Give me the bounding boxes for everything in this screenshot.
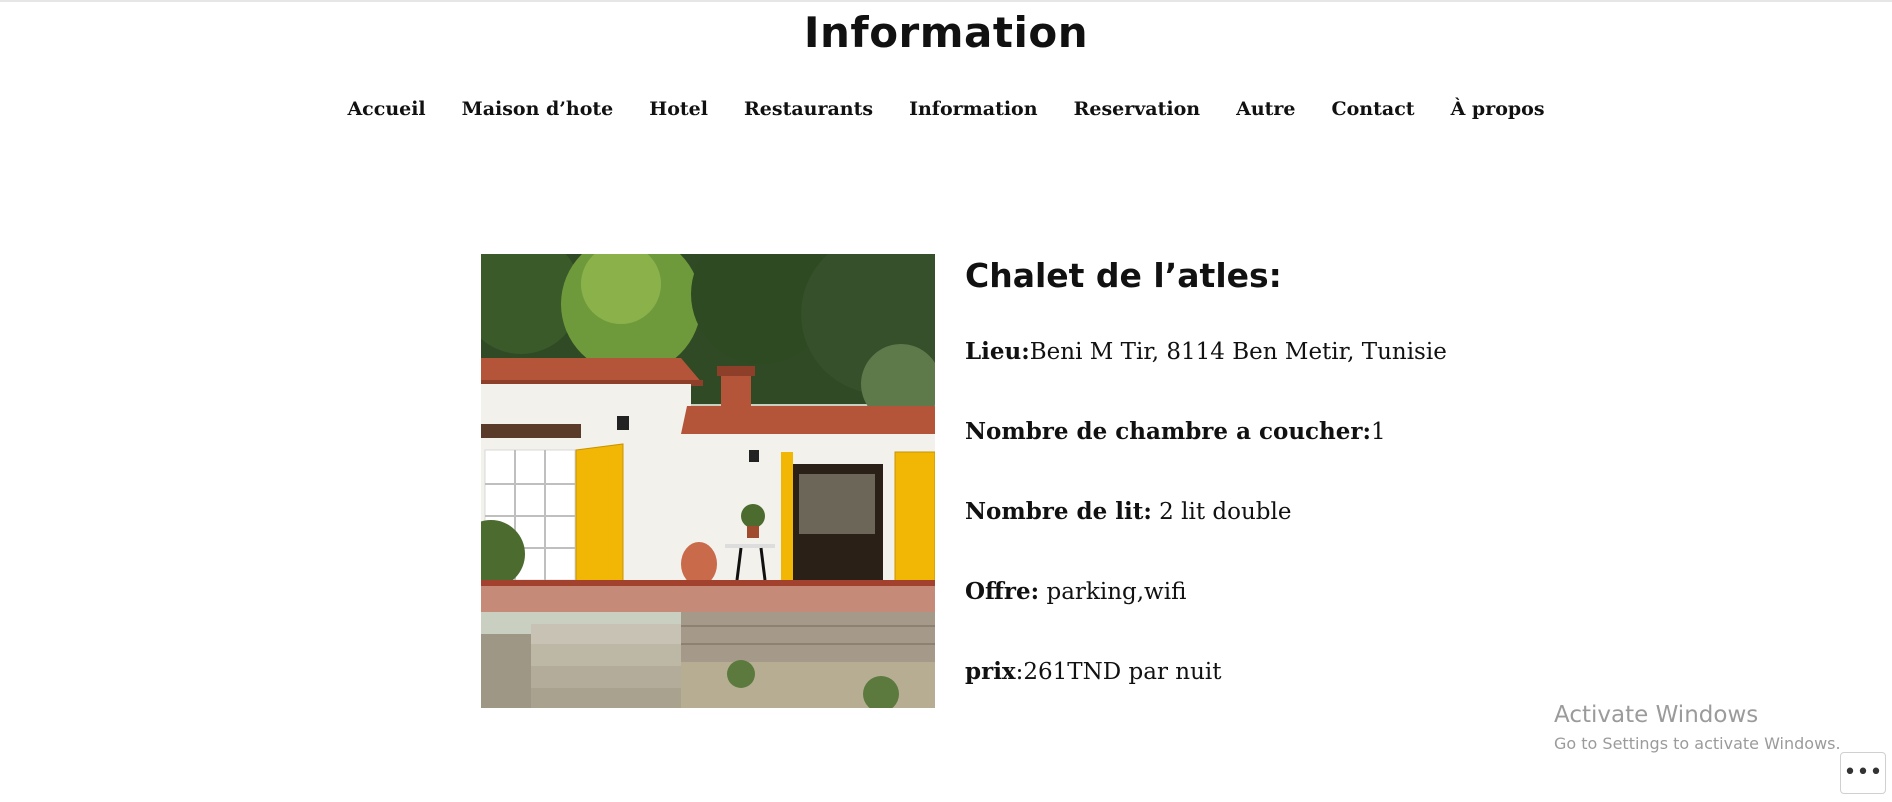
listing-title: Chalet de l’atles: bbox=[965, 256, 1282, 295]
prix-line: prix:261TND par nuit bbox=[965, 658, 1222, 685]
site-title[interactable]: Information bbox=[0, 8, 1892, 57]
prix-value: :261TND par nuit bbox=[1015, 659, 1222, 685]
chambre-value: 1 bbox=[1371, 419, 1386, 445]
nav-item-hotel[interactable]: Hotel bbox=[649, 98, 708, 120]
nav-item-information[interactable]: Information bbox=[909, 98, 1037, 120]
nav-item-contact[interactable]: Contact bbox=[1332, 98, 1415, 120]
nav-item-autre[interactable]: Autre bbox=[1236, 98, 1295, 120]
nav-item-maison-dhote[interactable]: Maison d’hote bbox=[462, 98, 614, 120]
lit-line: Nombre de lit: 2 lit double bbox=[965, 498, 1291, 525]
nav-item-accueil[interactable]: Accueil bbox=[347, 98, 425, 120]
nav-item-a-propos[interactable]: À propos bbox=[1451, 98, 1545, 120]
chambre-label: Nombre de chambre a coucher: bbox=[965, 418, 1372, 445]
lit-label: Nombre de lit: bbox=[965, 498, 1152, 525]
activate-windows-subtitle: Go to Settings to activate Windows. bbox=[1554, 734, 1841, 753]
nav-item-restaurants[interactable]: Restaurants bbox=[744, 98, 873, 120]
lieu-line: Lieu:Beni M Tir, 8114 Ben Metir, Tunisie bbox=[965, 338, 1447, 365]
main-navigation: Accueil Maison d’hote Hotel Restaurants … bbox=[0, 98, 1892, 120]
lieu-label: Lieu: bbox=[965, 338, 1030, 365]
nav-item-reservation[interactable]: Reservation bbox=[1074, 98, 1201, 120]
lieu-value: Beni M Tir, 8114 Ben Metir, Tunisie bbox=[1029, 339, 1447, 365]
lit-value: 2 lit double bbox=[1151, 499, 1292, 525]
offre-label: Offre: bbox=[965, 578, 1040, 605]
activate-windows-title: Activate Windows bbox=[1554, 702, 1759, 728]
offre-line: Offre: parking,wifi bbox=[965, 578, 1186, 605]
chambre-line: Nombre de chambre a coucher:1 bbox=[965, 418, 1386, 445]
activate-windows-watermark: Activate Windows Go to Settings to activ… bbox=[1554, 702, 1841, 753]
prix-label: prix bbox=[965, 658, 1016, 685]
listing-details: Chalet de l’atles: Lieu:Beni M Tir, 8114… bbox=[965, 250, 1565, 685]
chalet-photo bbox=[481, 254, 935, 708]
more-options-button[interactable]: ••• bbox=[1840, 752, 1886, 794]
offre-value: parking,wifi bbox=[1039, 579, 1187, 605]
top-border bbox=[0, 0, 1892, 2]
